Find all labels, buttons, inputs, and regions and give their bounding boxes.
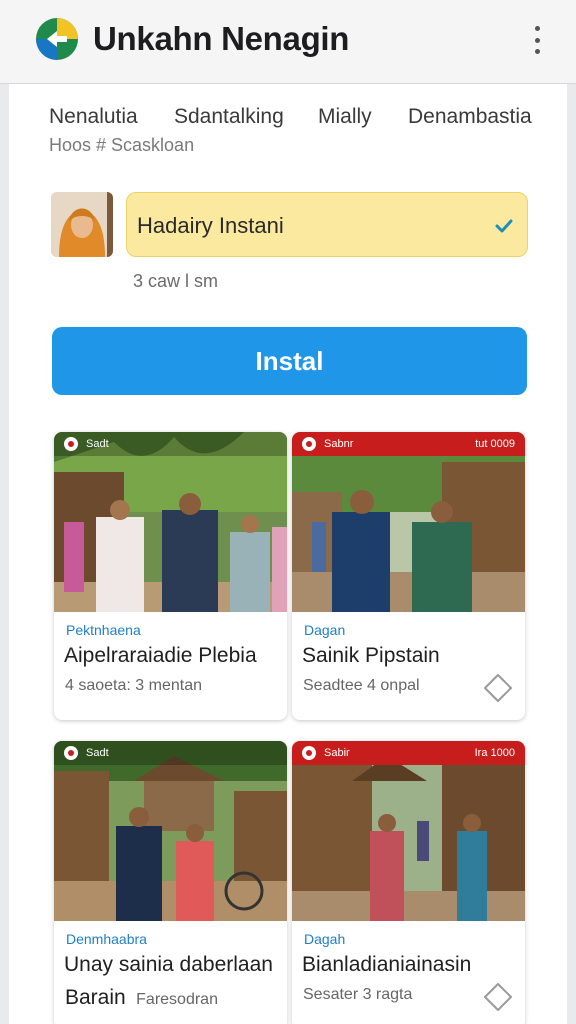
bookmark-diamond-icon[interactable] [482,672,514,704]
tab-bar: Nenalutia Sdantalking Mially Denambastia [49,105,549,133]
tab-denambastia[interactable]: Denambastia [408,105,532,129]
source-icon [64,746,78,760]
source-icon [302,746,316,760]
card-title-line2: Barain Faresodran [65,986,218,1010]
app-title: Unkahn Nenagin [93,20,350,57]
card-source: Sabnr [324,438,354,450]
card-category: Denmhaabra [66,931,147,947]
source-icon [302,437,316,451]
bookmark-diamond-icon[interactable] [482,981,514,1013]
app-logo-icon [35,17,79,61]
card-category: Dagah [304,931,346,947]
avatar [51,192,113,257]
tab-mially[interactable]: Mially [318,105,372,129]
card-category: Pektnhaena [66,622,141,638]
tab-sdantalking[interactable]: Sdantalking [174,105,284,129]
card-source-bar: Sabnr tut 0009 [292,432,525,456]
card-source-bar: Sabir Ira 1000 [292,741,525,765]
card-image [292,432,525,612]
main-sheet: Nenalutia Sdantalking Mially Denambastia… [9,84,567,1024]
card-subtitle: Faresodran [136,991,218,1008]
card-title: Aipelraraiadie Plebia [64,644,257,667]
source-icon [64,437,78,451]
card-source-right: Ira 1000 [474,747,515,759]
card-title-2: Barain [65,986,126,1009]
subline-text: Hoos # Scaskloan [49,135,195,155]
card-item[interactable]: Sadt Pektnhaena Aipelraraiadie Plebia 4 … [54,432,287,720]
card-source: Sabir [324,747,350,759]
card-item[interactable]: Sadt Denmhaabra Unay sainia daberlaan Ba… [54,741,287,1024]
card-item[interactable]: Sabnr tut 0009 Dagan Sainik Pipstain Sea… [292,432,525,720]
card-title: Bianladianiainasin [302,953,472,976]
card-source-bar: Sadt [54,741,287,765]
card-source-right: tut 0009 [475,438,515,450]
card-subtitle: Sesater 3 ragta [303,986,413,1003]
card-image [54,432,287,612]
card-source: Sadt [86,438,109,450]
meta-text: 3 caw l sm [133,271,219,291]
account-select[interactable]: Hadairy Instani [126,192,528,257]
tab-nenalutia[interactable]: Nenalutia [49,105,138,129]
install-button[interactable]: Instal [52,327,527,395]
card-title: Sainik Pipstain [302,644,440,667]
card-subtitle: Seadtee 4 onpal [303,677,420,694]
more-vert-icon[interactable] [526,22,548,58]
card-source-bar: Sadt [54,432,287,456]
account-select-value: Hadairy Instani [137,213,284,238]
app-bar: Unkahn Nenagin [0,0,576,84]
card-image [292,741,525,921]
card-source: Sadt [86,747,109,759]
card-item[interactable]: Sabir Ira 1000 Dagah Bianladianiainasin … [292,741,525,1024]
check-icon [493,215,515,237]
card-subtitle: 4 saoeta: 3 mentan [65,677,202,694]
card-title: Unay sainia daberlaan [64,953,273,976]
card-category: Dagan [304,622,346,638]
card-image [54,741,287,921]
